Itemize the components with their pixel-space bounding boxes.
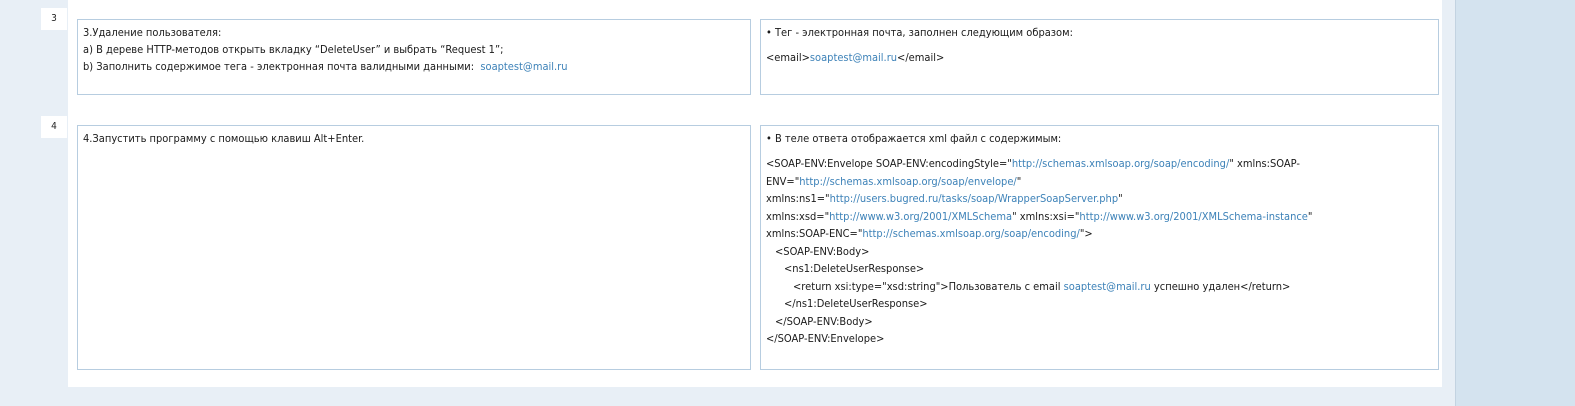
xml-line: </SOAP-ENV:Envelope>: [766, 332, 885, 345]
row-number-4: 4: [41, 116, 67, 138]
expected-bullet: • Тег - электронная почта, заполнен след…: [766, 26, 1073, 39]
xml-line: xmlns:SOAP-ENC="http://schemas.xmlsoap.o…: [766, 227, 1093, 240]
email-tag-line: <email>soaptest@mail.ru</email>: [766, 51, 945, 64]
email-link[interactable]: soaptest@mail.ru: [1064, 280, 1151, 293]
url-link[interactable]: http://www.w3.org/2001/XMLSchema: [829, 210, 1012, 223]
step-substep-b: b) Заполнить содержимое тега - электронн…: [83, 60, 568, 73]
xml-line: </SOAP-ENV:Body>: [775, 314, 873, 328]
expected-bullet: • В теле ответа отображается xml файл с …: [766, 132, 1062, 145]
xml-response-block: <SOAP-ENV:Envelope SOAP-ENV:encodingStyl…: [766, 155, 1433, 348]
email-link[interactable]: soaptest@mail.ru: [810, 51, 897, 64]
xml-line: xmlns:xsd="http://www.w3.org/2001/XMLSch…: [766, 209, 1313, 223]
url-link[interactable]: http://www.w3.org/2001/XMLSchema-instanc…: [1079, 210, 1307, 223]
expected-cell-3: • Тег - электронная почта, заполнен след…: [760, 19, 1439, 95]
url-link[interactable]: http://schemas.xmlsoap.org/soap/encoding…: [1012, 157, 1229, 170]
xml-line: <ns1:DeleteUserResponse>: [784, 262, 925, 275]
url-link[interactable]: http://users.bugred.ru/tasks/soap/Wrappe…: [830, 192, 1119, 205]
xml-line: </ns1:DeleteUserResponse>: [784, 297, 928, 310]
step-substep-a: a) В дереве HTTP-методов открыть вкладку…: [83, 43, 504, 56]
url-link[interactable]: http://schemas.xmlsoap.org/soap/envelope…: [799, 175, 1017, 188]
xml-line: <return xsi:type="xsd:string">Пользовате…: [793, 279, 1291, 293]
step-title: 4.Запустить программу с помощью клавиш A…: [83, 132, 365, 145]
xml-line: <SOAP-ENV:Envelope SOAP-ENV:encodingStyl…: [766, 157, 1300, 170]
xml-line: xmlns:ns1="http://users.bugred.ru/tasks/…: [766, 192, 1123, 205]
step-title: 3.Удаление пользователя:: [83, 26, 222, 39]
step-cell-4: 4.Запустить программу с помощью клавиш A…: [77, 125, 751, 370]
email-link[interactable]: soaptest@mail.ru: [480, 60, 567, 73]
expected-cell-4: • В теле ответа отображается xml файл с …: [760, 125, 1439, 370]
right-sidebar-strip: [1455, 0, 1575, 406]
step-cell-3: 3.Удаление пользователя: a) В дереве HTT…: [77, 19, 751, 95]
row-number-3: 3: [41, 8, 67, 30]
xml-line: ENV="http://schemas.xmlsoap.org/soap/env…: [766, 174, 1022, 188]
url-link[interactable]: http://schemas.xmlsoap.org/soap/encoding…: [862, 227, 1079, 240]
xml-line: <SOAP-ENV:Body>: [775, 244, 870, 258]
